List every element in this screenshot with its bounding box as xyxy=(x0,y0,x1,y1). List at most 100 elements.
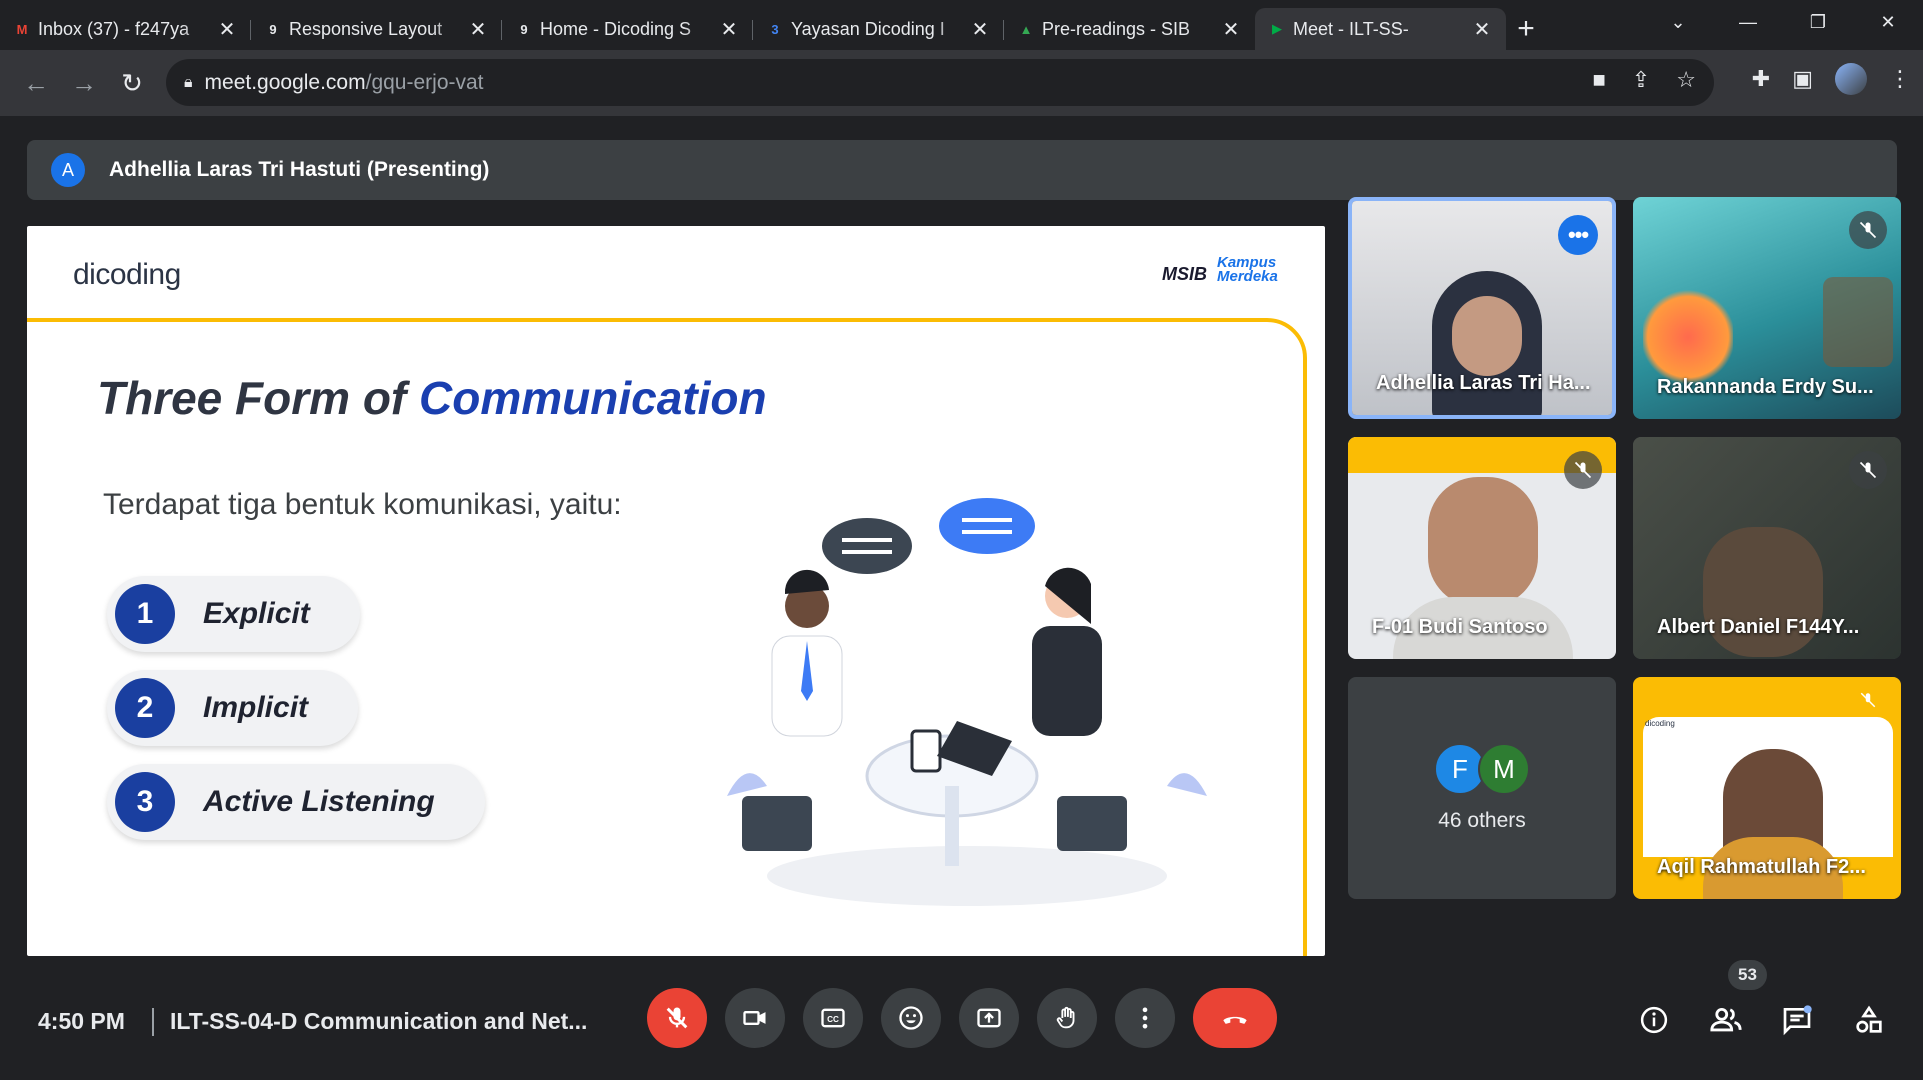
activities-icon xyxy=(1856,1005,1882,1033)
captions-icon: CC xyxy=(821,1008,845,1028)
muted-mic-icon xyxy=(1849,211,1887,249)
close-tab-icon[interactable]: ✕ xyxy=(468,17,488,42)
dicoding-icon: 9 xyxy=(520,21,528,37)
browser-menu-icon[interactable]: ⋮ xyxy=(1889,66,1911,92)
meeting-controls: 4:50 PM ILT-SS-04-D Communication and Ne… xyxy=(0,956,1923,1080)
present-button[interactable] xyxy=(959,988,1019,1048)
browser-tab[interactable]: 9 Responsive Layout ✕ xyxy=(251,8,502,50)
forward-button[interactable]: → xyxy=(60,59,108,107)
chat-button[interactable] xyxy=(1777,1000,1817,1040)
reactions-button[interactable] xyxy=(881,988,941,1048)
chat-icon xyxy=(1783,1005,1812,1036)
slide-title: Three Form of Communication xyxy=(97,372,767,424)
more-options-button[interactable] xyxy=(1115,988,1175,1048)
participant-tile[interactable]: F-01 Budi Santoso xyxy=(1348,437,1616,659)
others-tile[interactable]: F M 46 others xyxy=(1348,677,1616,899)
list-item: 1 Explicit xyxy=(107,576,360,652)
dicoding-icon: 9 xyxy=(269,21,277,37)
close-tab-icon[interactable]: ✕ xyxy=(970,17,990,42)
back-button[interactable]: ← xyxy=(12,59,60,107)
tab-search-icon[interactable]: ⌄ xyxy=(1643,0,1713,44)
end-call-icon xyxy=(1223,1016,1247,1024)
extensions-icon[interactable]: ✚ xyxy=(1752,66,1770,92)
kampus-merdeka-logo: Kampus Merdeka xyxy=(1217,254,1278,285)
bookmark-star-icon[interactable]: ☆ xyxy=(1676,67,1696,93)
microphone-button[interactable] xyxy=(647,988,707,1048)
participant-tile[interactable]: Albert Daniel F144Y... xyxy=(1633,437,1901,659)
tab-title: Inbox (37) - f247ya xyxy=(38,18,190,39)
browser-tab[interactable]: ▲ Pre-readings - SIB ✕ xyxy=(1004,8,1255,50)
participant-tile[interactable]: Rakannanda Erdy Su... xyxy=(1633,197,1901,419)
meet-icon: ▶ xyxy=(1272,21,1282,36)
close-tab-icon[interactable]: ✕ xyxy=(217,17,237,42)
participant-tile[interactable]: dicoding Aqil Rahmatullah F2... xyxy=(1633,677,1901,899)
drive-icon: ▲ xyxy=(1019,21,1033,37)
participant-tile[interactable]: ••• Adhellia Laras Tri Ha... xyxy=(1348,197,1616,419)
participant-name: Albert Daniel F144Y... xyxy=(1657,616,1860,638)
activities-button[interactable] xyxy=(1849,1000,1889,1040)
list-item: 2 Implicit xyxy=(107,670,359,746)
avatar: M xyxy=(1478,743,1530,795)
more-options-button[interactable]: ••• xyxy=(1558,215,1598,255)
browser-tab[interactable]: 9 Home - Dicoding S ✕ xyxy=(502,8,753,50)
window-controls: ⌄ — ❐ ✕ xyxy=(1643,0,1923,44)
calendar-icon: 3 xyxy=(771,21,779,37)
meeting-details-button[interactable] xyxy=(1634,1000,1674,1040)
leave-call-button[interactable] xyxy=(1193,988,1277,1048)
tab-title: Yayasan Dicoding I xyxy=(791,18,945,39)
tab-title: Home - Dicoding S xyxy=(540,18,692,39)
browser-tab[interactable]: M Inbox (37) - f247ya ✕ xyxy=(0,8,251,50)
mic-off-icon xyxy=(666,1007,688,1029)
participant-name: Rakannanda Erdy Su... xyxy=(1657,376,1874,398)
new-tab-button[interactable]: + xyxy=(1506,8,1546,50)
svg-text:CC: CC xyxy=(827,1015,839,1024)
people-icon xyxy=(1710,1007,1742,1032)
camera-button[interactable] xyxy=(725,988,785,1048)
tab-title: Pre-readings - SIB xyxy=(1042,18,1191,39)
participant-name: F-01 Budi Santoso xyxy=(1372,616,1548,638)
more-vert-icon xyxy=(1142,1007,1148,1029)
share-icon[interactable]: ⇪ xyxy=(1632,67,1650,93)
emoji-icon xyxy=(899,1006,923,1030)
shared-screen-slide: dicoding MSIB Kampus Merdeka Three Form … xyxy=(27,226,1325,956)
meeting-title: ILT-SS-04-D Communication and Net... xyxy=(170,1008,588,1034)
reload-button[interactable]: ↻ xyxy=(108,59,156,107)
hand-icon xyxy=(1056,1006,1075,1029)
people-button[interactable] xyxy=(1706,1000,1746,1040)
minimize-button[interactable]: — xyxy=(1713,0,1783,44)
side-panel-icon[interactable]: ▣ xyxy=(1792,66,1813,92)
muted-mic-icon xyxy=(1564,451,1602,489)
muted-mic-icon xyxy=(1853,685,1883,715)
others-count: 46 others xyxy=(1438,809,1526,832)
restore-button[interactable]: ❐ xyxy=(1783,0,1853,44)
lock-icon: 🔒︎ xyxy=(184,73,193,91)
camera-icon[interactable]: ■ xyxy=(1593,67,1606,93)
info-icon xyxy=(1640,1006,1668,1034)
msib-logo: MSIB xyxy=(1162,264,1207,284)
muted-mic-icon xyxy=(1849,451,1887,489)
profile-avatar[interactable] xyxy=(1835,63,1867,95)
close-tab-icon[interactable]: ✕ xyxy=(1472,17,1492,42)
presenter-avatar: A xyxy=(51,153,85,187)
close-tab-icon[interactable]: ✕ xyxy=(1221,17,1241,42)
captions-button[interactable]: CC xyxy=(803,988,863,1048)
list-item: 3 Active Listening xyxy=(107,764,485,840)
browser-tab[interactable]: 3 Yayasan Dicoding I ✕ xyxy=(753,8,1004,50)
gmail-icon: M xyxy=(16,21,28,37)
close-window-button[interactable]: ✕ xyxy=(1853,0,1923,44)
people-count-badge: 53 xyxy=(1728,960,1767,990)
dicoding-logo: dicoding xyxy=(73,258,181,291)
participant-name: Aqil Rahmatullah F2... xyxy=(1657,856,1866,878)
url-host: meet.google.com xyxy=(204,70,366,94)
present-screen-icon xyxy=(977,1008,1001,1028)
meet-stage: A Adhellia Laras Tri Hastuti (Presenting… xyxy=(0,116,1923,1080)
participant-name: Adhellia Laras Tri Ha... xyxy=(1376,372,1591,394)
divider xyxy=(152,1008,154,1036)
address-bar[interactable]: 🔒︎ meet.google.com/gqu-erjo-vat ■ ⇪ ☆ xyxy=(166,59,1714,106)
close-tab-icon[interactable]: ✕ xyxy=(719,17,739,42)
presenter-banner: A Adhellia Laras Tri Hastuti (Presenting… xyxy=(27,140,1897,200)
raise-hand-button[interactable] xyxy=(1037,988,1097,1048)
browser-tab[interactable]: ▶ Meet - ILT-SS- ✕ xyxy=(1255,8,1506,50)
tab-title: Responsive Layout xyxy=(289,18,443,39)
tab-title: Meet - ILT-SS- xyxy=(1293,18,1409,39)
